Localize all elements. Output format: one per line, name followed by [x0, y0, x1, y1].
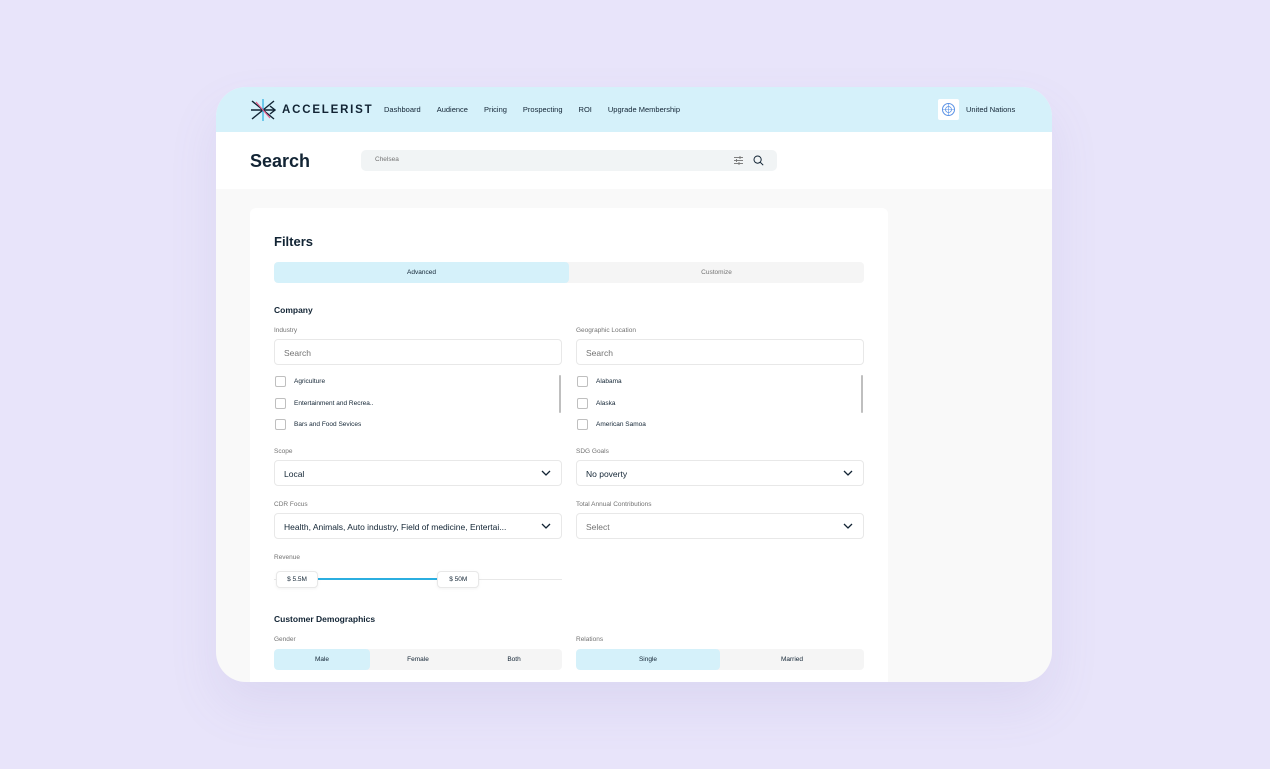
- geo-location-options-list: Alabama Alaska American Samoa: [577, 375, 867, 431]
- industry-label: Industry: [274, 327, 298, 334]
- geo-option-alabama[interactable]: Alabama: [577, 375, 622, 387]
- checkbox[interactable]: [275, 418, 286, 430]
- geo-option-label: Alabama: [596, 377, 622, 385]
- brand-name: ACCELERIST: [282, 104, 374, 116]
- contributions-select[interactable]: Select: [576, 513, 864, 539]
- geo-option-alaska[interactable]: Alaska: [577, 397, 616, 409]
- chevron-down-icon: [843, 523, 853, 529]
- revenue-min-handle[interactable]: $ 5.5M: [276, 571, 319, 588]
- top-navigation-bar: ACCELERIST Dashboard Audience Pricing Pr…: [216, 87, 1052, 132]
- geo-list-scrollbar[interactable]: [861, 375, 863, 413]
- geo-option-label: American Samoa: [596, 420, 646, 428]
- industry-option-bars-food[interactable]: Bars and Food Sevices: [275, 418, 361, 430]
- revenue-slider-range: [318, 578, 438, 580]
- gender-option-male[interactable]: Male: [274, 649, 370, 670]
- gender-label: Gender: [274, 636, 296, 643]
- geo-option-label: Alaska: [596, 399, 616, 407]
- sdg-goals-selected-value: No poverty: [586, 469, 628, 479]
- revenue-max-handle[interactable]: $ 50M: [437, 571, 480, 588]
- industry-option-label: Bars and Food Sevices: [294, 420, 362, 428]
- industry-search-placeholder: Search: [284, 348, 311, 358]
- gender-option-both[interactable]: Both: [466, 649, 562, 670]
- app-window: ACCELERIST Dashboard Audience Pricing Pr…: [216, 87, 1052, 682]
- cdr-focus-label: CDR Focus: [274, 501, 308, 508]
- checkbox[interactable]: [577, 397, 588, 409]
- main-nav: Dashboard Audience Pricing Prospecting R…: [384, 105, 680, 114]
- filter-sliders-icon[interactable]: [733, 155, 744, 166]
- cdr-focus-selected-value: Health, Animals, Auto industry, Field of…: [284, 522, 507, 532]
- geo-location-search-input[interactable]: Search: [576, 339, 864, 365]
- relations-segmented-control: Single Married: [576, 649, 864, 670]
- checkbox[interactable]: [275, 375, 286, 387]
- filters-card: Filters Advanced Customize Company Indus…: [250, 208, 888, 682]
- nav-pricing[interactable]: Pricing: [484, 105, 507, 114]
- contributions-selected-value: Select: [586, 522, 610, 532]
- search-input-value: Chelsea: [375, 156, 399, 163]
- chevron-down-icon: [541, 470, 551, 476]
- industry-search-input[interactable]: Search: [274, 339, 562, 365]
- nav-dashboard[interactable]: Dashboard: [384, 105, 421, 114]
- relations-label: Relations: [576, 636, 604, 643]
- nav-prospecting[interactable]: Prospecting: [523, 105, 563, 114]
- gender-option-female[interactable]: Female: [370, 649, 466, 670]
- industry-list-scrollbar[interactable]: [559, 375, 561, 413]
- tab-advanced[interactable]: Advanced: [274, 262, 569, 283]
- search-input[interactable]: Chelsea: [361, 150, 777, 171]
- nav-roi[interactable]: ROI: [579, 105, 592, 114]
- revenue-label: Revenue: [274, 554, 301, 561]
- checkbox[interactable]: [275, 397, 286, 409]
- nav-upgrade-membership[interactable]: Upgrade Membership: [608, 105, 680, 114]
- checkbox[interactable]: [577, 375, 588, 387]
- cdr-focus-select[interactable]: Health, Animals, Auto industry, Field of…: [274, 513, 562, 539]
- geo-option-american-samoa[interactable]: American Samoa: [577, 418, 646, 430]
- scope-selected-value: Local: [284, 469, 305, 479]
- chevron-down-icon: [843, 470, 853, 476]
- tab-customize[interactable]: Customize: [569, 262, 864, 283]
- industry-option-entertainment[interactable]: Entertainment and Recrea..: [275, 397, 374, 409]
- geo-location-label: Geographic Location: [576, 327, 636, 334]
- gender-segmented-control: Male Female Both: [274, 649, 562, 670]
- filters-title: Filters: [274, 234, 314, 249]
- search-icon[interactable]: [753, 155, 764, 166]
- search-header: Search Chelsea: [216, 132, 1052, 189]
- industry-option-label: Agriculture: [294, 377, 326, 385]
- united-nations-emblem-icon: [942, 103, 955, 116]
- industry-option-label: Entertainment and Recrea..: [294, 399, 374, 407]
- customer-demographics-title: Customer Demographics: [274, 614, 376, 624]
- scope-select[interactable]: Local: [274, 460, 562, 486]
- geo-location-search-placeholder: Search: [586, 348, 613, 358]
- org-name[interactable]: United Nations: [966, 105, 1015, 114]
- relations-option-single[interactable]: Single: [576, 649, 720, 670]
- relations-option-married[interactable]: Married: [720, 649, 864, 670]
- filters-tabs: Advanced Customize: [274, 262, 864, 283]
- sdg-goals-select[interactable]: No poverty: [576, 460, 864, 486]
- company-section-title: Company: [274, 305, 313, 315]
- sdg-goals-label: SDG Goals: [576, 448, 609, 455]
- industry-options-list: Agriculture Entertainment and Recrea.. B…: [275, 375, 565, 431]
- scope-label: Scope: [274, 448, 293, 455]
- nav-audience[interactable]: Audience: [437, 105, 468, 114]
- org-avatar[interactable]: [938, 99, 959, 120]
- accelerist-logo-icon[interactable]: [250, 98, 276, 122]
- industry-option-agriculture[interactable]: Agriculture: [275, 375, 325, 387]
- page-title: Search: [250, 151, 311, 171]
- checkbox[interactable]: [577, 418, 588, 430]
- chevron-down-icon: [541, 523, 551, 529]
- contributions-label: Total Annual Contributions: [576, 501, 652, 508]
